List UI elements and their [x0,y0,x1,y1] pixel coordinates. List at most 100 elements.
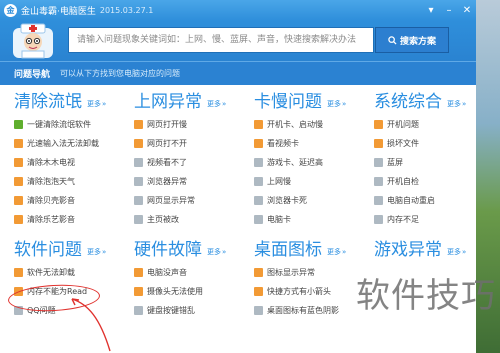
section-5: 硬件故障更多电脑没声音摄像头无法使用键盘按键错乱 [134,233,252,320]
more-link[interactable]: 更多 [447,99,466,109]
problem-label: 图标显示异常 [267,268,315,277]
section-title[interactable]: 桌面图标 [254,239,322,261]
problem-label: 电脑没声音 [147,268,187,277]
problem-link[interactable]: 摄像头无法使用 [134,282,252,301]
problem-link[interactable]: 电脑卡 [254,210,372,229]
problem-type-icon [134,196,143,205]
more-link[interactable]: 更多 [87,99,106,109]
problem-link[interactable]: 软件无法卸载 [14,263,132,282]
problem-type-icon [14,139,23,148]
more-link[interactable]: 更多 [207,247,226,257]
problem-link[interactable]: 桌面图标有蓝色阴影 [254,301,372,320]
problem-link[interactable]: 上网慢 [254,172,372,191]
problem-list: 开机卡、启动慢 看视频卡游戏卡、延迟高 上网慢 浏览器卡死电脑卡 [254,115,372,229]
problem-link[interactable]: 快捷方式有小箭头 [254,282,372,301]
problem-link[interactable]: 一键清除流氓软件 [14,115,132,134]
problem-link[interactable]: 视频看不了 [134,153,252,172]
problem-link[interactable]: 网页打不开 [134,134,252,153]
problem-list: 开机问题损坏文件蓝屏开机自检电脑自动重启内存不足 [374,115,476,229]
search-button[interactable]: 搜索方案 [375,27,449,53]
section-title[interactable]: 清除流氓 [14,91,82,113]
problem-link[interactable]: 清除贝壳影音 [14,191,132,210]
problem-type-icon [254,158,263,167]
problem-link[interactable]: 图标显示异常 [254,263,372,282]
title-bar: 金 金山毒霸·电脑医生 2015.03.27.1 ▾ – ✕ [0,0,476,20]
problem-link[interactable]: 键盘按键错乱 [134,301,252,320]
problem-link[interactable]: 光速输入法无法卸载 [14,134,132,153]
section-title[interactable]: 上网异常 [134,91,202,113]
doctor-mascot-icon [13,23,53,59]
problem-list: 一键清除流氓软件光速输入法无法卸载 清除木木电视清除泡泡天气 清除贝壳影音 清除乐艺影… [14,115,132,229]
problem-link[interactable]: 损坏文件 [374,134,476,153]
problem-label: 电脑卡 [267,215,291,224]
window-controls: ▾ – ✕ [422,5,476,16]
problem-link[interactable]: 游戏卡、延迟高 [254,153,372,172]
pin-icon[interactable]: ▾ [422,5,440,16]
section-6: 桌面图标更多图标显示异常快捷方式有小箭头桌面图标有蓝色阴影 [254,233,372,320]
section-3: 系统综合更多开机问题损坏文件蓝屏开机自检电脑自动重启内存不足 [374,85,476,229]
problem-type-icon [14,120,23,129]
problem-label: 浏览器异常 [147,177,187,186]
section-2: 卡慢问题更多开机卡、启动慢看视频卡游戏卡、延迟高上网慢浏览器卡死电脑卡 [254,85,372,229]
problem-type-icon [14,215,23,224]
problem-type-icon [374,215,383,224]
problem-type-icon [14,196,23,205]
problem-type-icon [254,268,263,277]
section-title[interactable]: 卡慢问题 [254,91,322,113]
problem-label: 网页打开慢 [147,120,187,129]
problem-link[interactable]: 电脑没声音 [134,263,252,282]
problem-label: 开机问题 [387,120,419,129]
search-input[interactable]: 请输入问题现象关键词如：上网、慢、蓝屏、声音，快速搜索解决办法 [68,27,374,53]
close-icon[interactable]: ✕ [458,5,476,16]
problem-type-icon [254,177,263,186]
problem-type-icon [134,287,143,296]
watermark: 软件技巧 [356,276,496,316]
problem-link[interactable]: 蓝屏 [374,153,476,172]
problem-label: 开机自检 [387,177,419,186]
problem-label: 电脑自动重启 [387,196,435,205]
problem-link[interactable]: 主页被改 [134,210,252,229]
problem-label: 看视频卡 [267,139,299,148]
problem-label: 光速输入法无法卸载 [27,139,99,148]
problem-link[interactable]: 清除泡泡天气 [14,172,132,191]
problem-label: 清除木木电视 [27,158,75,167]
more-link[interactable]: 更多 [327,99,346,109]
problem-link[interactable]: 开机卡、启动慢 [254,115,372,134]
problem-label: 快捷方式有小箭头 [267,287,331,296]
minimize-icon[interactable]: – [440,5,458,16]
more-link[interactable]: 更多 [447,247,466,257]
problem-link[interactable]: 浏览器卡死 [254,191,372,210]
problem-type-icon [374,139,383,148]
section-title[interactable]: 硬件故障 [134,239,202,261]
problem-link[interactable]: 清除木木电视 [14,153,132,172]
section-title[interactable]: 游戏异常 [374,239,442,261]
problem-label: 软件无法卸载 [27,268,75,277]
problem-link[interactable]: 看视频卡 [254,134,372,153]
problem-link[interactable]: 浏览器异常 [134,172,252,191]
more-link[interactable]: 更多 [207,99,226,109]
section-header: 桌面图标 更多 [254,233,372,261]
problem-label: 键盘按键错乱 [147,306,195,315]
problem-link[interactable]: 电脑自动重启 [374,191,476,210]
problem-link[interactable]: 开机自检 [374,172,476,191]
problem-label: 开机卡、启动慢 [267,120,323,129]
search-header: 请输入问题现象关键词如：上网、慢、蓝屏、声音，快速搜索解决办法 搜索方案 [0,20,476,61]
problem-link[interactable]: 开机问题 [374,115,476,134]
problem-label: 桌面图标有蓝色阴影 [267,306,339,315]
problem-link[interactable]: 网页打开慢 [134,115,252,134]
app-name: 金山毒霸·电脑医生 [21,6,96,17]
section-0: 清除流氓更多一键清除流氓软件光速输入法无法卸载清除木木电视清除泡泡天气清除贝壳影… [14,85,132,229]
more-link[interactable]: 更多 [87,247,106,257]
nav-title[interactable]: 问题导航 [0,67,60,80]
problem-label: 损坏文件 [387,139,419,148]
section-title[interactable]: 软件问题 [14,239,82,261]
section-title[interactable]: 系统综合 [374,91,442,113]
more-link[interactable]: 更多 [327,247,346,257]
problem-type-icon [14,268,23,277]
search-button-label: 搜索方案 [399,36,436,47]
problem-link[interactable]: 网页显示异常 [134,191,252,210]
problem-link[interactable]: 清除乐艺影音 [14,210,132,229]
problem-label: 网页显示异常 [147,196,195,205]
problem-type-icon [254,215,263,224]
problem-link[interactable]: 内存不足 [374,210,476,229]
